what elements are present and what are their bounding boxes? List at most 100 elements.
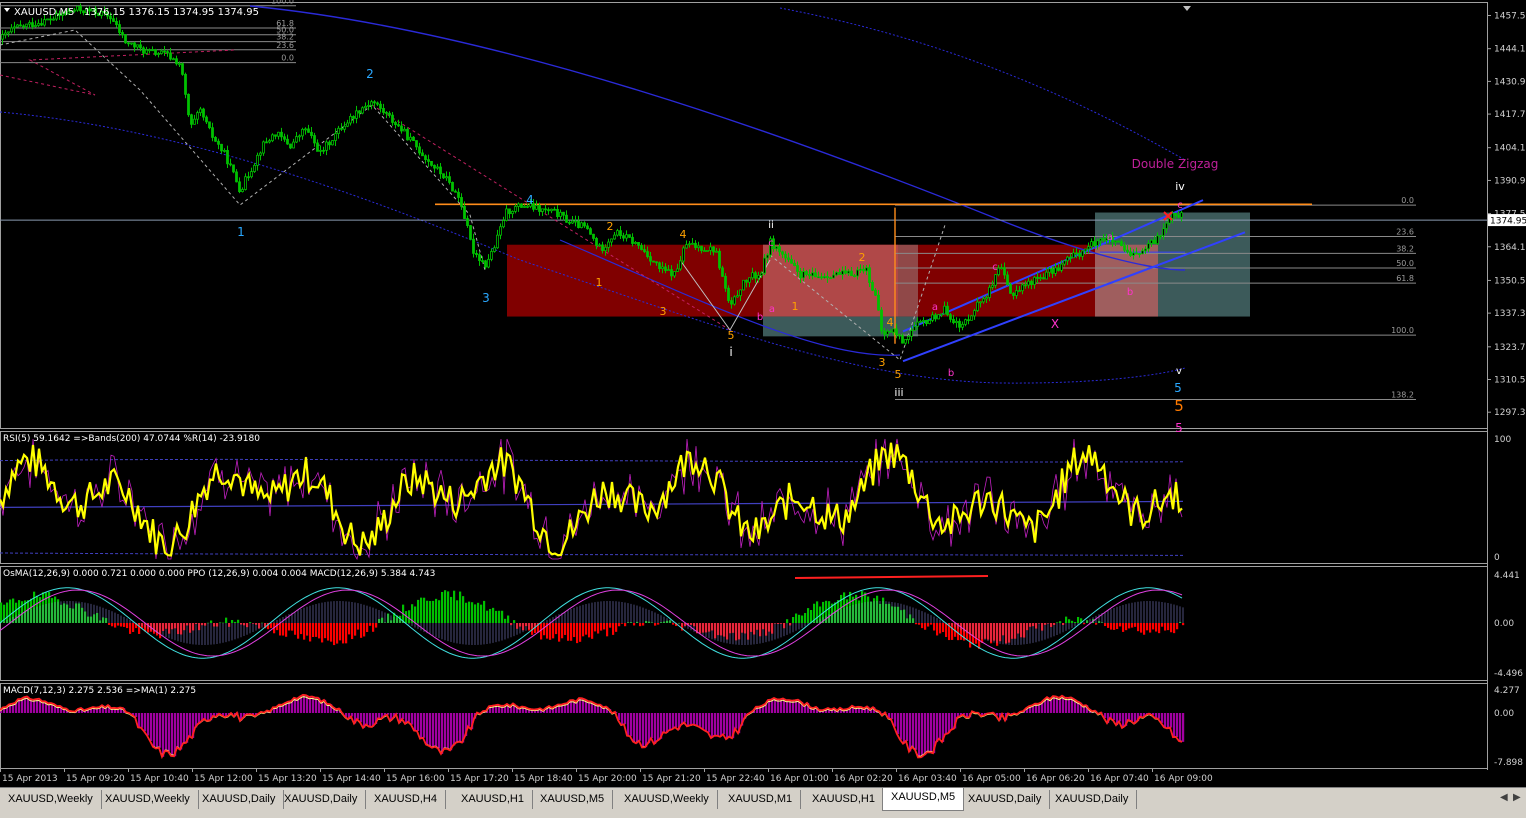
macd-bar	[627, 713, 630, 736]
osma-bar	[126, 623, 129, 629]
osma-bar	[1107, 623, 1110, 628]
osma-bar	[1119, 623, 1122, 627]
candle-body	[169, 52, 172, 60]
tab-xauusd-daily[interactable]: XAUUSD,Daily	[276, 790, 367, 809]
chart-ohlc-values: 1376.15 1376.15 1374.95 1374.95	[84, 7, 259, 18]
macd-bar	[705, 713, 708, 731]
osma-bar	[1056, 622, 1059, 623]
tab-xauusd-m5[interactable]: XAUUSD,M5	[532, 790, 614, 809]
osma-bar	[792, 617, 795, 623]
osma-bar	[642, 623, 645, 626]
candle-body	[901, 335, 904, 344]
candle-body	[178, 63, 181, 66]
candle-body	[1072, 252, 1075, 259]
candle-body	[577, 220, 580, 228]
tab-xauusd-daily[interactable]: XAUUSD,Daily	[194, 790, 285, 809]
osma-bar	[414, 606, 417, 623]
candle-body	[586, 225, 589, 230]
macd-bar	[1167, 713, 1170, 729]
candle-body	[52, 18, 55, 21]
wave-label: a	[932, 302, 938, 313]
tab-xauusd-h1[interactable]: XAUUSD,H1	[804, 790, 884, 809]
osma-bar	[576, 623, 579, 644]
macd-bar	[183, 713, 186, 744]
osma-bar	[237, 619, 240, 623]
tab-scroll-right-icon[interactable]: ▶	[1513, 792, 1521, 803]
candle-body	[562, 211, 565, 216]
macd-bar	[150, 713, 153, 741]
macd-bar	[630, 713, 633, 737]
tab-xauusd-m5[interactable]: XAUUSD,M5	[882, 788, 965, 811]
candle-body	[781, 251, 784, 255]
wave-label: b	[1127, 287, 1133, 298]
wave-label: b	[757, 312, 763, 323]
candle-body	[370, 101, 373, 106]
candle-body	[1033, 276, 1036, 286]
candle-body	[214, 137, 217, 142]
osma-bar	[555, 623, 558, 635]
candle-body	[1063, 260, 1066, 265]
candle-body	[1078, 253, 1081, 257]
candle-body	[634, 242, 637, 244]
macd-bar	[1164, 713, 1167, 728]
osma-bar	[333, 623, 336, 646]
candle-body	[853, 275, 856, 278]
osma-bar	[936, 623, 939, 636]
candle-body	[31, 22, 34, 28]
wave-label: a	[769, 304, 775, 315]
trading-chart[interactable]: 100.061.850.038.223.60.00.023.638.250.06…	[0, 0, 1526, 787]
macd-bar	[654, 713, 657, 745]
candle-body	[244, 176, 247, 190]
time-tick-label: 15 Apr 16:00	[386, 774, 445, 784]
candle-body	[457, 191, 460, 198]
osma-bar	[363, 623, 366, 637]
candle-body	[271, 134, 274, 142]
candle-body	[934, 314, 937, 320]
tab-xauusd-daily[interactable]: XAUUSD,Daily	[960, 790, 1051, 809]
macd-bar	[417, 713, 420, 731]
osma-bar	[588, 623, 591, 638]
tab-xauusd-weekly[interactable]: XAUUSD,Weekly	[97, 790, 199, 809]
osma-bar	[471, 602, 474, 623]
candle-body	[724, 275, 727, 289]
tab-xauusd-h4[interactable]: XAUUSD,H4	[366, 790, 446, 809]
osma-bar	[120, 623, 123, 627]
osma-bar	[561, 623, 564, 639]
candle-body	[133, 42, 136, 48]
tab-xauusd-weekly[interactable]: XAUUSD,Weekly	[0, 790, 102, 809]
osma-bar	[657, 623, 660, 625]
tab-xauusd-daily[interactable]: XAUUSD,Daily	[1047, 790, 1138, 809]
candle-body	[931, 314, 934, 321]
candle-body	[763, 257, 766, 274]
candle-body	[895, 328, 898, 336]
osma-bar	[915, 623, 918, 625]
osma-bar	[288, 623, 291, 631]
candle-body	[739, 289, 742, 297]
candle-body	[115, 21, 118, 25]
osma-bar	[117, 623, 120, 626]
candle-body	[346, 122, 349, 127]
candle-body	[1075, 252, 1078, 255]
osma-bar	[621, 623, 624, 624]
tab-xauusd-m1[interactable]: XAUUSD,M1	[720, 790, 802, 809]
macd-bar	[735, 713, 738, 729]
tab-scroll-left-icon[interactable]: ◀	[1500, 792, 1508, 803]
wave-label: 4	[887, 316, 894, 329]
candle-body	[301, 128, 304, 137]
candle-body	[541, 208, 544, 212]
osma-bar	[234, 621, 237, 623]
osma-bar	[504, 618, 507, 623]
candle-body	[742, 279, 745, 291]
osma-bar	[6, 602, 9, 623]
osma-bar	[483, 600, 486, 623]
osma-bar	[1125, 623, 1128, 631]
wave-label: 1	[237, 225, 245, 239]
candle-body	[619, 230, 622, 237]
macd-bar	[411, 713, 414, 725]
time-tick-label: 15 Apr 14:40	[322, 774, 381, 784]
tab-xauusd-h1[interactable]: XAUUSD,H1	[453, 790, 533, 809]
osma-bar	[552, 623, 555, 639]
candle-body	[574, 220, 577, 223]
tab-xauusd-weekly[interactable]: XAUUSD,Weekly	[616, 790, 718, 809]
candle-body	[424, 155, 427, 161]
